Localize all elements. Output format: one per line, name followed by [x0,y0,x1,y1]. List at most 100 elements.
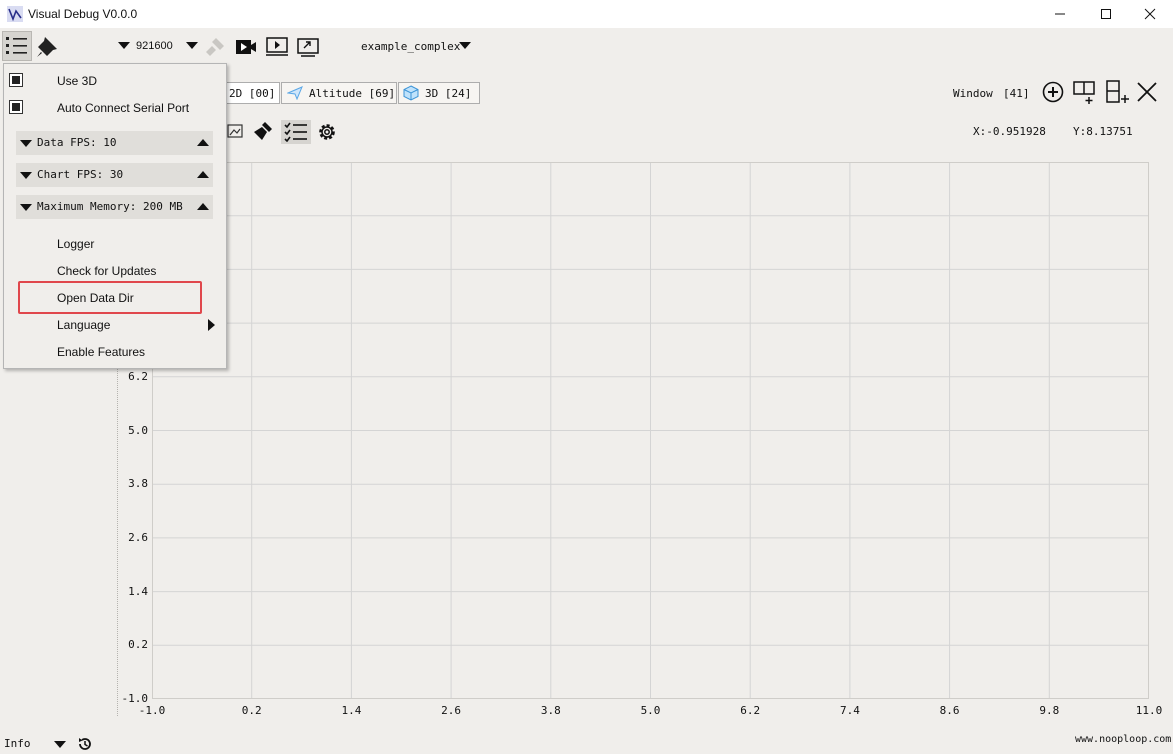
menu-item-auto-connect[interactable]: Auto Connect Serial Port [57,101,189,115]
x-tick-label: 3.8 [540,704,561,717]
y-tick-label: 3.8 [128,477,148,491]
port-dropdown-caret[interactable] [186,42,198,49]
export-button[interactable] [295,33,321,59]
window-label: Window [953,87,993,100]
chart-plot-area[interactable] [152,162,1149,699]
menu-item-check-updates[interactable]: Check for Updates [57,264,156,278]
y-tick-label: 6.2 [128,369,148,383]
tab-3d-label: 3D [24] [425,86,472,100]
list-menu-icon [6,37,27,54]
checkbox-mark [12,76,20,84]
max-memory-spinner[interactable]: Maximum Memory: 200 MB [16,195,213,219]
maximize-button[interactable] [1083,0,1129,28]
series-list-button[interactable] [281,120,311,144]
tab-altitude-label: Altitude [69] [309,86,396,100]
split-horizontal-button[interactable] [1072,79,1098,105]
x-tick-label: -1.0 [138,704,166,717]
cube-icon [403,85,419,101]
gear-icon [319,124,335,140]
data-fps-spinner[interactable]: Data FPS: 10 [16,131,213,155]
log-level-dropdown-caret[interactable] [54,741,66,748]
chart-fps-value: Chart FPS: 30 [37,168,124,181]
title-bar: Visual Debug V0.0.0 [0,0,1173,28]
x-tick-label: 6.2 [740,704,761,717]
tab-2d-label: 2D [00] [229,86,276,100]
x-tick-label: 8.6 [939,704,960,717]
playback-button[interactable] [264,34,290,60]
history-button[interactable] [76,735,94,753]
baud-dropdown-caret[interactable] [118,42,130,49]
connect-button[interactable] [203,35,227,59]
history-icon [79,738,91,750]
paper-plane-icon [287,86,303,100]
menu-item-language[interactable]: Language [57,318,110,332]
main-menu-dropdown: Use 3D Auto Connect Serial Port Data FPS… [3,63,227,369]
split-vertical-icon [1106,80,1129,103]
increase-arrow-icon[interactable] [197,203,209,210]
pin-icon [37,37,57,57]
record-button[interactable] [234,35,258,59]
chart-fps-spinner[interactable]: Chart FPS: 30 [16,163,213,187]
window-title: Visual Debug V0.0.0 [28,7,138,21]
maximize-icon [1101,9,1111,19]
split-vertical-button[interactable] [1104,79,1130,105]
x-tick-label: 0.2 [241,704,262,717]
y-tick-label: 2.6 [128,530,148,544]
x-tick-label: 11.0 [1135,704,1163,717]
plus-circle-icon [1042,81,1064,103]
clear-button[interactable] [252,120,274,142]
tab-2d[interactable]: 2D [00] [222,82,280,104]
config-dropdown-caret[interactable] [459,42,471,49]
split-horizontal-icon [1073,81,1095,104]
x-tick-label: 2.6 [441,704,462,717]
decrease-arrow-icon[interactable] [20,204,32,211]
tab-3d[interactable]: 3D [24] [398,82,480,104]
data-fps-value: Data FPS: 10 [37,136,117,149]
app-logo-icon [7,6,23,22]
increase-arrow-icon[interactable] [197,139,209,146]
menu-button[interactable] [2,31,32,61]
close-icon [1137,82,1157,102]
chart-image-button[interactable] [225,121,245,141]
screen-play-icon [266,37,288,56]
x-coordinate-readout: X:-0.951928 [973,125,1046,138]
close-icon [1144,8,1156,20]
window-count: [41] [1003,87,1030,100]
close-window-button[interactable] [1127,0,1173,28]
close-view-button[interactable] [1135,80,1159,104]
auto-connect-checkbox[interactable] [9,100,23,114]
config-select[interactable]: example_complex [361,40,460,53]
max-memory-value: Maximum Memory: 200 MB [37,200,183,213]
share-screen-icon [297,38,319,57]
menu-item-logger[interactable]: Logger [57,237,94,251]
highlight-box [18,281,202,314]
plug-icon [206,38,224,56]
pin-button[interactable] [36,36,58,58]
menu-item-use-3d[interactable]: Use 3D [57,74,97,88]
broom-icon [254,122,272,140]
minimize-button[interactable] [1037,0,1083,28]
chart-settings-button[interactable] [316,121,338,143]
decrease-arrow-icon[interactable] [20,172,32,179]
menu-item-enable-features[interactable]: Enable Features [57,345,145,359]
increase-arrow-icon[interactable] [197,171,209,178]
x-tick-label: 5.0 [640,704,661,717]
image-icon [227,124,243,138]
submenu-arrow-icon [208,319,215,331]
log-level-select[interactable]: Info [4,737,31,750]
y-tick-label: 0.2 [128,638,148,652]
video-camera-icon [236,40,256,54]
x-tick-label: 9.8 [1039,704,1060,717]
website-label: www.nooploop.com [1075,734,1172,745]
y-tick-label: 5.0 [128,423,148,437]
baud-rate-select[interactable]: 921600 [136,40,173,52]
add-view-button[interactable] [1041,80,1065,104]
checkbox-mark [12,103,20,111]
use-3d-checkbox[interactable] [9,73,23,87]
x-tick-label: 7.4 [839,704,860,717]
y-coordinate-readout: Y:8.13751 [1073,125,1133,138]
decrease-arrow-icon[interactable] [20,140,32,147]
x-tick-label: 1.4 [341,704,362,717]
checklist-icon [284,122,307,142]
tab-altitude[interactable]: Altitude [69] [281,82,397,104]
